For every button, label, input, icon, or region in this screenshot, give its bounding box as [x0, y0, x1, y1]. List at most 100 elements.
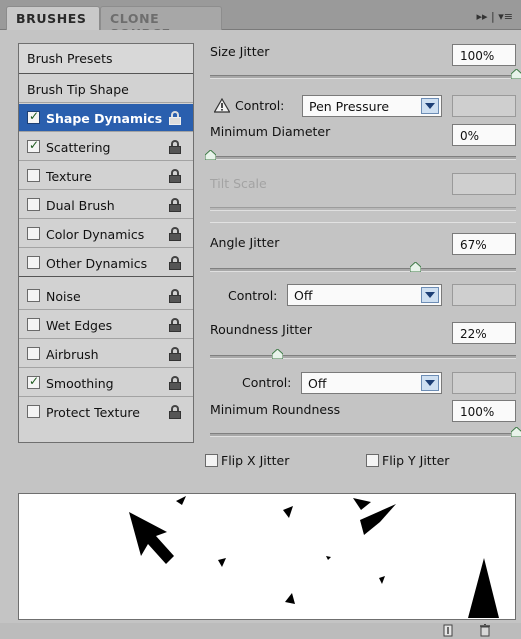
- roundness-jitter-value[interactable]: 22%: [452, 322, 516, 344]
- sidebar-item-scattering[interactable]: Scattering: [19, 133, 193, 161]
- control-dropdown-value: Off: [294, 288, 313, 303]
- flip-y-jitter-label: Flip Y Jitter: [382, 453, 450, 468]
- control-label: Control:: [235, 98, 285, 113]
- sidebar-item-label: Airbrush: [46, 347, 99, 362]
- chevron-down-icon[interactable]: [421, 287, 439, 303]
- chevron-down-icon[interactable]: [421, 98, 439, 114]
- size-jitter-slider-thumb[interactable]: [511, 69, 521, 79]
- lock-icon[interactable]: [169, 111, 181, 125]
- lock-icon[interactable]: [169, 318, 181, 332]
- panel-bottom-bar: [0, 623, 521, 639]
- sidebar-item-label: Dual Brush: [46, 198, 115, 213]
- size-jitter-slider[interactable]: [210, 75, 516, 79]
- minimum-diameter-slider[interactable]: [210, 156, 516, 160]
- smoothing-checkbox[interactable]: [27, 374, 40, 389]
- panel-tab-bar: BRUSHES CLONE SOURCE ▸▸ | ▾≡: [0, 0, 521, 41]
- lock-icon[interactable]: [169, 169, 181, 183]
- brush-stroke-preview: [18, 493, 516, 620]
- airbrush-checkbox[interactable]: [27, 347, 40, 360]
- sidebar-item-label: Scattering: [46, 140, 111, 155]
- minimum-roundness-value[interactable]: 100%: [452, 400, 516, 422]
- new-brush-icon[interactable]: [443, 624, 455, 637]
- tilt-scale-value: [452, 173, 516, 195]
- tab-clone-source[interactable]: CLONE SOURCE: [100, 6, 222, 41]
- control-dropdown-value: Pen Pressure: [309, 99, 390, 114]
- lock-icon[interactable]: [169, 347, 181, 361]
- control-angle-extra-field: [452, 284, 516, 306]
- sidebar-item-label: Other Dynamics: [46, 256, 148, 271]
- sidebar-item-smoothing[interactable]: Smoothing: [19, 369, 193, 397]
- sidebar-item-brush-tip-shape[interactable]: Brush Tip Shape: [19, 75, 193, 103]
- sidebar-item-texture[interactable]: Texture: [19, 162, 193, 190]
- panel-menu-icon[interactable]: ▸▸ | ▾≡: [477, 10, 513, 23]
- control-dropdown-roundness[interactable]: Off: [301, 372, 442, 394]
- shape-dynamics-checkbox[interactable]: [27, 109, 40, 124]
- divider: [210, 222, 516, 223]
- lock-icon[interactable]: [169, 140, 181, 154]
- sidebar-item-label: Color Dynamics: [46, 227, 145, 242]
- chevron-down-icon[interactable]: [421, 375, 439, 391]
- protect-texture-checkbox[interactable]: [27, 405, 40, 418]
- minimum-roundness-slider-thumb[interactable]: [511, 427, 521, 437]
- other-dynamics-checkbox[interactable]: [27, 256, 40, 269]
- sidebar-item-protect-texture[interactable]: Protect Texture: [19, 398, 193, 426]
- lock-icon[interactable]: [169, 256, 181, 270]
- sidebar-item-label: Smoothing: [46, 376, 114, 391]
- control-dropdown-value: Off: [308, 376, 327, 391]
- color-dynamics-checkbox[interactable]: [27, 227, 40, 240]
- sidebar-item-label: Noise: [46, 289, 81, 304]
- sidebar-item-other-dynamics[interactable]: Other Dynamics: [19, 249, 193, 277]
- lock-icon[interactable]: [169, 198, 181, 212]
- noise-checkbox[interactable]: [27, 289, 40, 302]
- sidebar-item-label: Brush Tip Shape: [27, 82, 129, 97]
- sidebar-item-label: Texture: [46, 169, 92, 184]
- lock-icon[interactable]: [169, 376, 181, 390]
- minimum-diameter-slider-thumb[interactable]: [205, 150, 216, 160]
- flip-x-jitter-checkbox[interactable]: [205, 454, 218, 467]
- angle-jitter-slider[interactable]: [210, 268, 516, 272]
- lock-icon[interactable]: [169, 405, 181, 419]
- brush-settings-list: Brush Presets Brush Tip Shape Shape Dyna…: [18, 43, 194, 443]
- sidebar-item-label: Shape Dynamics: [46, 111, 163, 126]
- scattering-checkbox[interactable]: [27, 138, 40, 153]
- dual-brush-checkbox[interactable]: [27, 198, 40, 211]
- tilt-scale-label: Tilt Scale: [210, 176, 267, 191]
- angle-jitter-value[interactable]: 67%: [452, 233, 516, 255]
- wet-edges-checkbox[interactable]: [27, 318, 40, 331]
- sidebar-item-airbrush[interactable]: Airbrush: [19, 340, 193, 368]
- flip-y-jitter-checkbox[interactable]: [366, 454, 379, 467]
- control-label: Control:: [242, 375, 292, 390]
- control-size-extra-field: [452, 95, 516, 117]
- sidebar-item-dual-brush[interactable]: Dual Brush: [19, 191, 193, 219]
- lock-icon[interactable]: [169, 227, 181, 241]
- angle-jitter-slider-thumb[interactable]: [410, 262, 422, 272]
- angle-jitter-label: Angle Jitter: [210, 235, 280, 250]
- sidebar-item-noise[interactable]: Noise: [19, 282, 193, 310]
- minimum-roundness-slider[interactable]: [210, 433, 516, 437]
- tab-brushes[interactable]: BRUSHES: [6, 6, 100, 30]
- size-jitter-value[interactable]: 100%: [452, 44, 516, 66]
- roundness-jitter-slider-thumb[interactable]: [272, 349, 284, 359]
- minimum-roundness-label: Minimum Roundness: [210, 402, 341, 417]
- minimum-diameter-value[interactable]: 0%: [452, 124, 516, 146]
- sidebar-item-label: Wet Edges: [46, 318, 113, 333]
- sidebar-item-brush-presets[interactable]: Brush Presets: [19, 44, 193, 74]
- roundness-jitter-label: Roundness Jitter: [210, 322, 312, 337]
- sidebar-item-color-dynamics[interactable]: Color Dynamics: [19, 220, 193, 248]
- control-roundness-extra-field: [452, 372, 516, 394]
- texture-checkbox[interactable]: [27, 169, 40, 182]
- roundness-jitter-slider[interactable]: [210, 355, 516, 359]
- minimum-diameter-label: Minimum Diameter: [210, 124, 331, 139]
- sidebar-item-label: Brush Presets: [27, 51, 113, 66]
- control-dropdown-size[interactable]: Pen Pressure: [302, 95, 442, 117]
- sidebar-item-shape-dynamics[interactable]: Shape Dynamics: [19, 104, 193, 132]
- tilt-scale-slider: [210, 207, 516, 211]
- control-label: Control:: [228, 288, 278, 303]
- size-jitter-label: Size Jitter: [210, 44, 270, 59]
- brush-stroke-preview-graphic: [129, 496, 499, 618]
- control-dropdown-angle[interactable]: Off: [287, 284, 442, 306]
- sidebar-item-wet-edges[interactable]: Wet Edges: [19, 311, 193, 339]
- warning-icon: [214, 98, 230, 113]
- trash-icon[interactable]: [479, 624, 491, 637]
- lock-icon[interactable]: [169, 289, 181, 303]
